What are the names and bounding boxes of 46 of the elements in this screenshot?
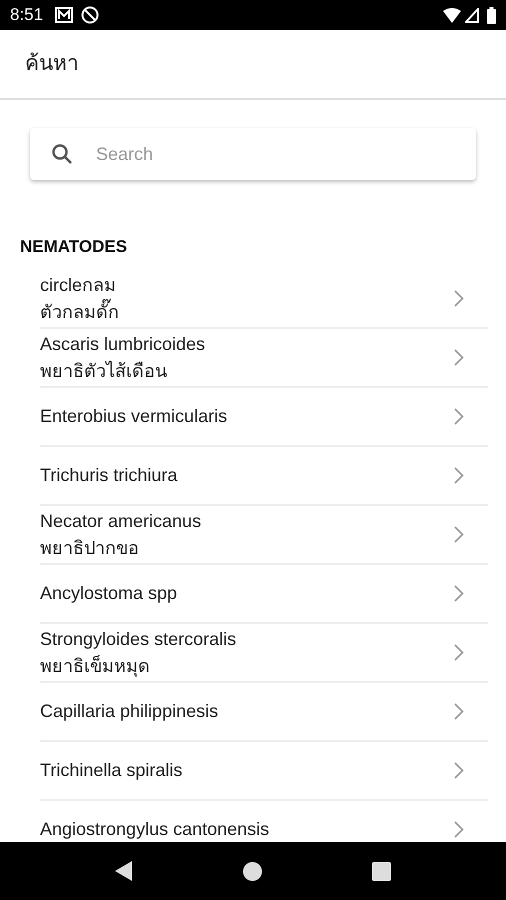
list-item[interactable]: Ancylostoma spp — [40, 565, 488, 624]
item-subtitle: ตัวกลมดั๊ก — [40, 298, 454, 326]
page-title: ค้นหา — [25, 51, 79, 78]
wifi-icon — [443, 8, 461, 22]
chevron-right-icon — [454, 290, 464, 307]
list-item[interactable]: circleกลม ตัวกลมดั๊ก — [40, 270, 488, 329]
chevron-right-icon — [454, 585, 464, 602]
home-icon[interactable] — [243, 862, 262, 880]
item-subtitle: พยาธิปากขอ — [40, 536, 140, 560]
list-item[interactable]: Capillaria philippinesis — [40, 683, 488, 742]
item-title: Ancylostoma spp — [40, 582, 178, 605]
list-item[interactable]: Trichinella spiralis — [40, 742, 488, 801]
item-title: Capillaria philippinesis — [40, 700, 220, 723]
item-subtitle: พยาธิตัวไส้เดือน — [40, 360, 168, 382]
list-item[interactable]: Strongyloides stercoralis พยาธิเข็มหมุด — [40, 624, 488, 683]
item-title: circleกลม — [40, 274, 118, 296]
item-title: Ascaris lumbricoides — [40, 332, 206, 356]
chevron-right-icon — [454, 467, 464, 484]
item-title: Strongyloides stercoralis — [40, 628, 238, 651]
mail-icon — [55, 7, 74, 23]
section-header: NEMATODES — [20, 237, 128, 256]
chevron-right-icon — [454, 349, 464, 366]
chevron-right-icon — [454, 408, 464, 425]
chevron-right-icon — [454, 762, 464, 779]
item-title: Trichinella spiralis — [40, 759, 184, 782]
item-subtitle: พยาธิเข็มหมุด — [40, 654, 151, 679]
list-item[interactable]: Trichuris trichiura — [40, 447, 488, 506]
chevron-right-icon — [454, 644, 464, 661]
chevron-right-icon — [454, 526, 464, 543]
list-item[interactable]: Necator americanus พยาธิปากขอ — [40, 506, 488, 565]
item-title: Trichuris trichiura — [40, 464, 178, 487]
item-title: Necator americanus — [40, 510, 202, 532]
search-icon — [50, 142, 74, 166]
status-time: 8:51 — [10, 4, 44, 26]
blocked-icon — [81, 6, 100, 24]
recents-icon[interactable] — [372, 862, 391, 880]
item-title: Angiostrongylus cantonensis — [40, 818, 270, 841]
chevron-right-icon — [454, 703, 464, 720]
list-item[interactable]: Ascaris lumbricoides พยาธิตัวไส้เดือน — [40, 329, 488, 388]
chevron-right-icon — [454, 821, 464, 838]
back-icon[interactable] — [115, 861, 133, 881]
item-title: Enterobius vermicularis — [40, 405, 228, 428]
list-item[interactable]: Enterobius vermicularis — [40, 388, 488, 447]
battery-icon — [487, 6, 496, 24]
signal-icon — [465, 8, 479, 22]
search-field[interactable]: Search — [30, 128, 476, 180]
